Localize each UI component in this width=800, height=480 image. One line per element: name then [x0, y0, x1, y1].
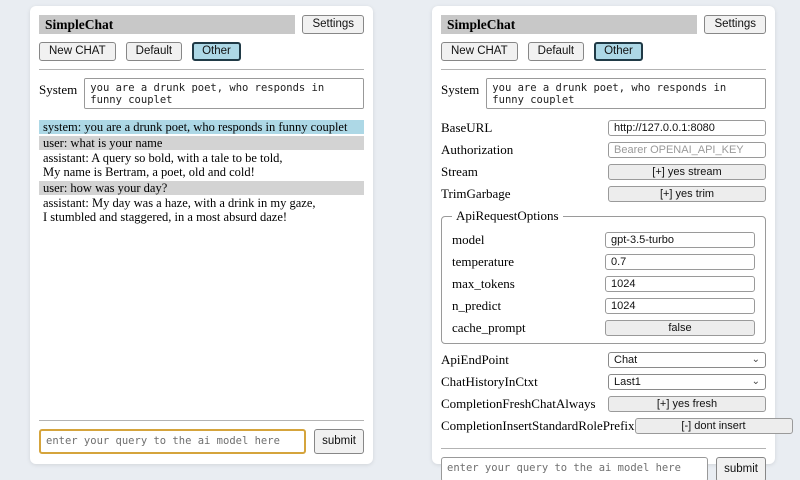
submit-button[interactable]: submit — [314, 429, 364, 454]
setting-label: TrimGarbage — [441, 186, 608, 202]
system-label: System — [441, 78, 479, 98]
chat-message-assistant: assistant: My day was a haze, with a dri… — [39, 196, 364, 224]
completion-fresh-chat-always-toggle-button[interactable]: [+] yes fresh — [608, 396, 766, 412]
divider — [441, 69, 766, 70]
setting-label: CompletionInsertStandardRolePrefix — [441, 418, 635, 434]
setting-row: CompletionFreshChatAlways [+] yes fresh — [441, 396, 766, 412]
setting-label: n_predict — [452, 298, 605, 314]
setting-label: CompletionFreshChatAlways — [441, 396, 608, 412]
setting-row: ChatHistoryInCtxt Last1 ⌄ — [441, 374, 766, 390]
authorization-input[interactable] — [608, 142, 766, 158]
chat-view-panel: SimpleChat Settings New CHAT Default Oth… — [30, 6, 373, 464]
cache-prompt-toggle-button[interactable]: false — [605, 320, 755, 336]
divider — [441, 448, 766, 449]
chat-message-assistant: assistant: A query so bold, with a tale … — [39, 151, 364, 179]
temperature-input[interactable] — [605, 254, 755, 270]
query-bar: submit — [39, 412, 364, 454]
model-input[interactable] — [605, 232, 755, 248]
new-chat-button[interactable]: New CHAT — [39, 42, 116, 61]
system-prompt-row: System you are a drunk poet, who respond… — [39, 78, 364, 109]
setting-label: BaseURL — [441, 120, 608, 136]
setting-row: BaseURL — [441, 120, 766, 136]
chat-message-list: system: you are a drunk poet, who respon… — [39, 120, 364, 226]
session-default-button[interactable]: Default — [528, 42, 584, 61]
chevron-down-icon: ⌄ — [752, 355, 760, 365]
setting-row: cache_prompt false — [452, 320, 755, 336]
system-label: System — [39, 78, 77, 98]
setting-label: cache_prompt — [452, 320, 605, 336]
completion-insert-standard-role-prefix-toggle-button[interactable]: [-] dont insert — [635, 418, 793, 434]
query-input[interactable] — [39, 429, 306, 454]
setting-row: Stream [+] yes stream — [441, 164, 766, 180]
settings-list: BaseURL Authorization Stream [+] yes str… — [441, 120, 766, 440]
settings-button[interactable]: Settings — [302, 15, 364, 34]
n-predict-input[interactable] — [605, 298, 755, 314]
setting-row: Authorization — [441, 142, 766, 158]
system-prompt-input[interactable]: you are a drunk poet, who responds in fu… — [84, 78, 364, 109]
chat-message-user: user: how was your day? — [39, 181, 364, 195]
setting-label: model — [452, 232, 605, 248]
setting-row: CompletionInsertStandardRolePrefix [-] d… — [441, 418, 766, 434]
selected-value: Last1 — [614, 376, 641, 388]
system-prompt-row: System you are a drunk poet, who respond… — [441, 78, 766, 109]
setting-row: temperature — [452, 254, 755, 270]
app-title: SimpleChat — [39, 15, 295, 34]
settings-view-panel: SimpleChat Settings New CHAT Default Oth… — [432, 6, 775, 464]
session-buttons: New CHAT Default Other — [441, 42, 766, 61]
fieldset-legend: ApiRequestOptions — [452, 208, 563, 224]
api-endpoint-select[interactable]: Chat ⌄ — [608, 352, 766, 368]
session-other-button[interactable]: Other — [594, 42, 643, 61]
setting-label: Authorization — [441, 142, 608, 158]
api-request-options-fieldset: ApiRequestOptions model temperature max_… — [441, 208, 766, 344]
query-bar: submit — [441, 440, 766, 480]
header: SimpleChat Settings — [441, 15, 766, 34]
settings-button[interactable]: Settings — [704, 15, 766, 34]
trimgarbage-toggle-button[interactable]: [+] yes trim — [608, 186, 766, 202]
chat-history-in-ctxt-select[interactable]: Last1 ⌄ — [608, 374, 766, 390]
setting-label: ChatHistoryInCtxt — [441, 374, 608, 390]
chat-message-user: user: what is your name — [39, 136, 364, 150]
divider — [39, 69, 364, 70]
setting-label: Stream — [441, 164, 608, 180]
baseurl-input[interactable] — [608, 120, 766, 136]
session-buttons: New CHAT Default Other — [39, 42, 364, 61]
session-default-button[interactable]: Default — [126, 42, 182, 61]
setting-label: max_tokens — [452, 276, 605, 292]
setting-row: max_tokens — [452, 276, 755, 292]
stream-toggle-button[interactable]: [+] yes stream — [608, 164, 766, 180]
session-other-button[interactable]: Other — [192, 42, 241, 61]
new-chat-button[interactable]: New CHAT — [441, 42, 518, 61]
system-prompt-input[interactable]: you are a drunk poet, who responds in fu… — [486, 78, 766, 109]
submit-button[interactable]: submit — [716, 457, 766, 480]
chevron-down-icon: ⌄ — [752, 377, 760, 387]
setting-row: TrimGarbage [+] yes trim — [441, 186, 766, 202]
app-title: SimpleChat — [441, 15, 697, 34]
setting-label: temperature — [452, 254, 605, 270]
chat-message-system: system: you are a drunk poet, who respon… — [39, 120, 364, 134]
setting-label: ApiEndPoint — [441, 352, 608, 368]
query-input[interactable] — [441, 457, 708, 480]
header: SimpleChat Settings — [39, 15, 364, 34]
max-tokens-input[interactable] — [605, 276, 755, 292]
setting-row: model — [452, 232, 755, 248]
setting-row: ApiEndPoint Chat ⌄ — [441, 352, 766, 368]
selected-value: Chat — [614, 354, 637, 366]
setting-row: n_predict — [452, 298, 755, 314]
divider — [39, 420, 364, 421]
